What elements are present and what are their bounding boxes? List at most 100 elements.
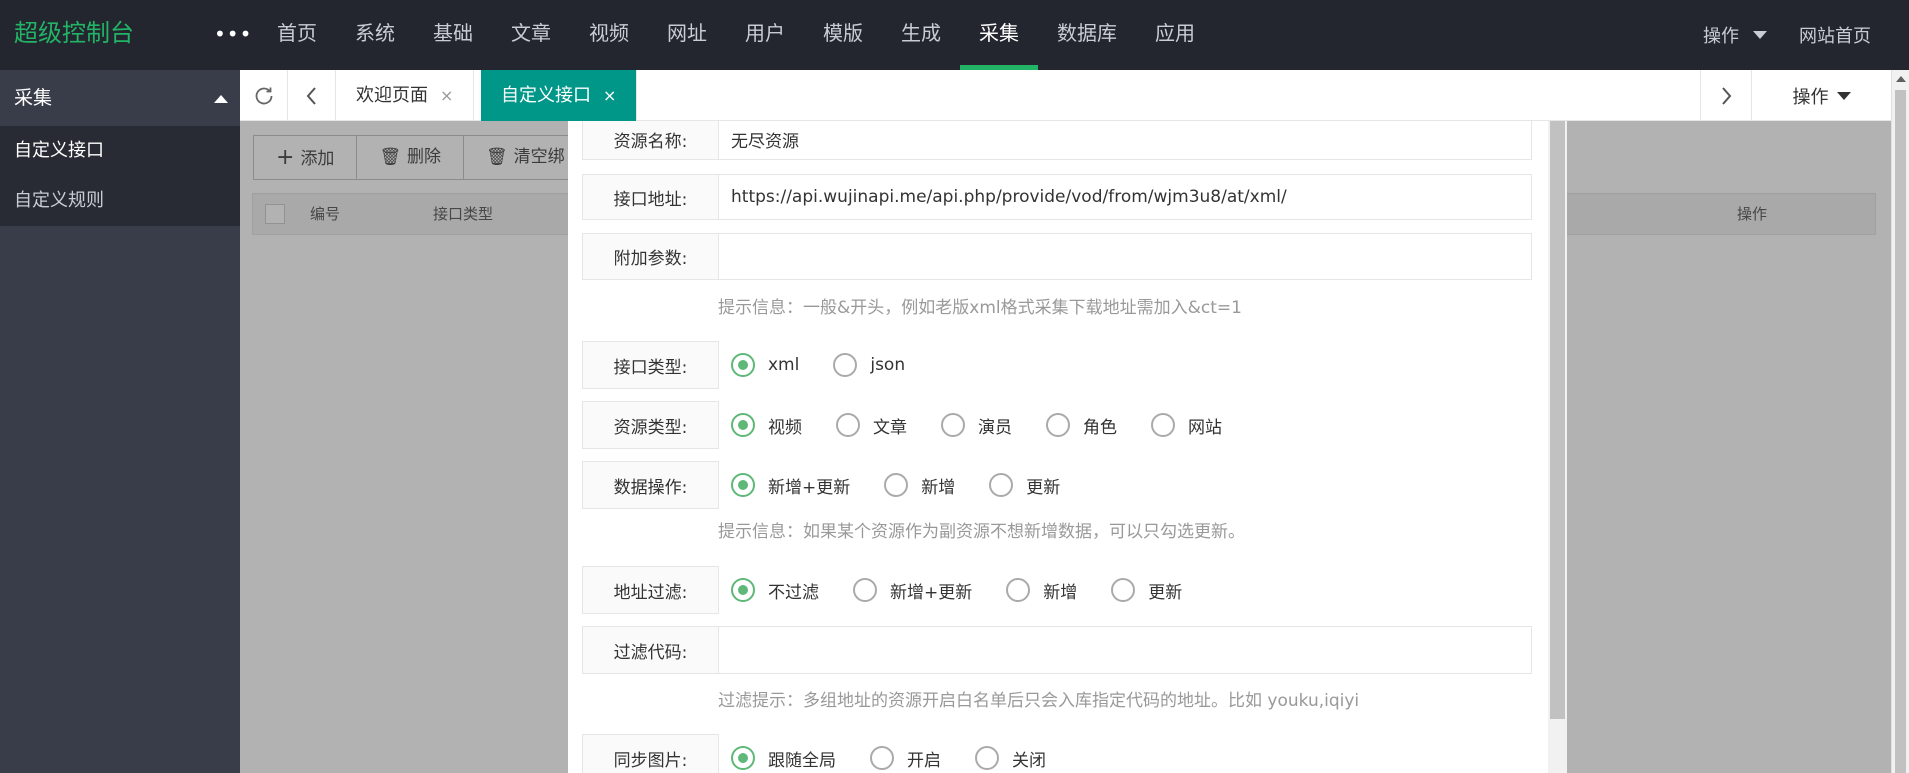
radio-enable[interactable]: 开启 (870, 746, 941, 771)
sidebar-group-label: 采集 (14, 87, 53, 109)
refresh-icon (255, 87, 272, 104)
sidebar-submenu: 自定义接口 自定义规则 (0, 126, 240, 226)
radio-video[interactable]: 视频 (731, 413, 802, 438)
label-res-type: 资源类型: (582, 401, 719, 449)
app-logo[interactable]: 超级控制台 (14, 0, 134, 66)
radio-label: 文章 (873, 417, 907, 438)
radio-empty-icon (1151, 413, 1175, 437)
radio-empty-icon (884, 473, 909, 497)
row-sync-pic: 同步图片: 跟随全局 开启 关闭 (582, 734, 1532, 773)
data-op-radios: 新增+更新 新增 更新 (719, 461, 1532, 509)
page-scrollbar-thumb[interactable] (1895, 90, 1906, 773)
url-input[interactable]: https://api.wujinapi.me/api.php/provide/… (718, 174, 1532, 220)
row-params: 附加参数: (582, 233, 1532, 280)
radio-no-filter[interactable]: 不过滤 (731, 578, 819, 603)
row-name: 资源名称: 无尽资源 (582, 121, 1532, 160)
nav-database[interactable]: 数据库 (1038, 0, 1136, 70)
radio-actor[interactable]: 演员 (941, 413, 1012, 438)
tab-label: 欢迎页面 (356, 85, 428, 106)
nav-website[interactable]: 网址 (648, 0, 726, 70)
sync-pic-radios: 跟随全局 开启 关闭 (719, 734, 1532, 773)
filter-code-input[interactable] (718, 626, 1532, 674)
row-url-filter: 地址过滤: 不过滤 新增+更新 新增 更新 (582, 566, 1532, 614)
row-url: 接口地址: https://api.wujinapi.me/api.php/pr… (582, 174, 1532, 220)
site-home-link[interactable]: 网站首页 (1799, 22, 1871, 48)
name-input[interactable]: 无尽资源 (718, 121, 1532, 160)
radio-filter-add[interactable]: 新增 (1006, 578, 1077, 603)
url-filter-radios: 不过滤 新增+更新 新增 更新 (719, 566, 1532, 614)
radio-filter-add-update[interactable]: 新增+更新 (853, 578, 972, 603)
nav-user[interactable]: 用户 (726, 0, 804, 70)
nav-article[interactable]: 文章 (492, 0, 570, 70)
radio-filter-update[interactable]: 更新 (1111, 578, 1182, 603)
radio-article[interactable]: 文章 (836, 413, 907, 438)
ellipsis-icon[interactable]: ••• (214, 24, 251, 44)
nav-template[interactable]: 模版 (804, 0, 882, 70)
tabs-prev-button[interactable] (288, 70, 336, 121)
radio-checked-icon (731, 746, 755, 770)
tab-bar-right: 操作 (1700, 70, 1891, 121)
radio-label: 更新 (1026, 477, 1061, 498)
nav-home[interactable]: 首页 (258, 0, 336, 70)
caret-down-icon (1836, 91, 1851, 100)
params-hint: 提示信息：一般&开头，例如老版xml格式采集下载地址需加入&ct=1 (718, 298, 1242, 318)
label-url-filter: 地址过滤: (582, 566, 719, 614)
radio-add[interactable]: 新增 (884, 473, 955, 498)
radio-empty-icon (1006, 578, 1031, 602)
nav-basic[interactable]: 基础 (414, 0, 492, 70)
nav-apps[interactable]: 应用 (1136, 0, 1214, 70)
tab-welcome[interactable]: 欢迎页面 × (336, 70, 475, 121)
radio-empty-icon (1046, 413, 1070, 437)
top-nav: 首页 系统 基础 文章 视频 网址 用户 模版 生成 采集 数据库 应用 (258, 0, 1214, 70)
label-filter-code: 过滤代码: (582, 626, 719, 674)
radio-checked-icon (731, 578, 755, 602)
dialog-scrollbar-thumb[interactable] (1550, 121, 1565, 719)
sidebar-group-collect[interactable]: 采集 (0, 70, 240, 126)
radio-label: 新增 (921, 477, 956, 498)
chevron-right-icon (1722, 86, 1732, 105)
radio-json[interactable]: json (833, 353, 905, 377)
dialog-scrollbar[interactable] (1548, 121, 1567, 773)
radio-add-update[interactable]: 新增+更新 (731, 473, 850, 498)
label-name: 资源名称: (582, 121, 719, 160)
nav-collect[interactable]: 采集 (960, 0, 1038, 70)
chevron-left-icon (306, 86, 316, 105)
tab-ops-menu[interactable]: 操作 (1751, 70, 1891, 121)
row-res-type: 资源类型: 视频 文章 演员 角色 网站 (582, 401, 1532, 449)
radio-label: 跟随全局 (768, 750, 836, 771)
label-api-type: 接口类型: (582, 341, 719, 389)
close-icon[interactable]: × (603, 86, 616, 105)
caret-down-icon (1753, 31, 1767, 39)
radio-label: 更新 (1148, 582, 1183, 603)
radio-role[interactable]: 角色 (1046, 413, 1117, 438)
nav-generate[interactable]: 生成 (882, 0, 960, 70)
edit-dialog: 资源名称: 无尽资源 接口地址: https://api.wujinapi.me… (568, 121, 1567, 773)
nav-system[interactable]: 系统 (336, 0, 414, 70)
caret-up-icon (214, 95, 228, 103)
row-filter-code: 过滤代码: (582, 626, 1532, 674)
tab-custom-api[interactable]: 自定义接口 × (481, 70, 638, 121)
radio-label: 演员 (978, 417, 1012, 438)
radio-label: 网站 (1188, 417, 1222, 438)
label-url: 接口地址: (582, 174, 719, 220)
refresh-button[interactable] (240, 70, 288, 121)
radio-label: 角色 (1083, 417, 1117, 438)
sidebar-item-custom-api[interactable]: 自定义接口 (0, 126, 240, 176)
radio-disable[interactable]: 关闭 (975, 746, 1046, 771)
sidebar-item-custom-rule[interactable]: 自定义规则 (0, 176, 240, 226)
close-icon[interactable]: × (440, 86, 453, 105)
radio-empty-icon (989, 473, 1014, 497)
params-input[interactable] (718, 233, 1532, 280)
tabs-next-button[interactable] (1700, 70, 1751, 121)
radio-checked-icon (731, 473, 755, 497)
nav-video[interactable]: 视频 (570, 0, 648, 70)
top-header: 超级控制台 ••• 首页 系统 基础 文章 视频 网址 用户 模版 生成 采集 … (0, 0, 1909, 70)
radio-website[interactable]: 网站 (1151, 413, 1222, 438)
radio-xml[interactable]: xml (731, 353, 799, 377)
radio-update[interactable]: 更新 (989, 473, 1060, 498)
header-ops-menu[interactable]: 操作 (1703, 22, 1767, 48)
radio-follow-global[interactable]: 跟随全局 (731, 746, 836, 771)
radio-label: 不过滤 (768, 582, 819, 603)
scroll-up-icon[interactable] (1896, 76, 1906, 82)
page-scrollbar[interactable] (1891, 70, 1909, 773)
